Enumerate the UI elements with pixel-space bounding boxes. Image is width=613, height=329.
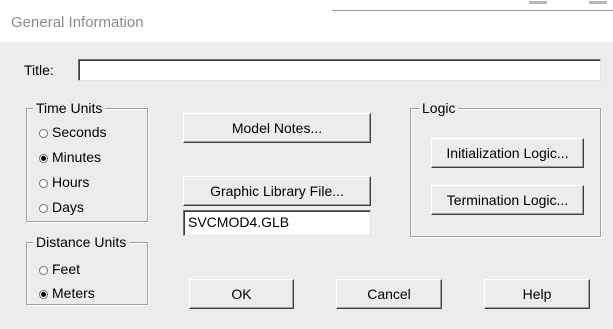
distance-units-legend: Distance Units (33, 234, 130, 250)
graphic-library-file-input[interactable]: SVCMOD4.GLB (183, 210, 371, 236)
termination-logic-button-label: Termination Logic... (446, 192, 569, 208)
radio-button-icon (39, 204, 48, 213)
radio-feet-label: Feet (52, 261, 81, 277)
graphic-library-file-button[interactable]: Graphic Library File... (183, 176, 371, 206)
radio-days[interactable]: Days (39, 199, 84, 215)
radio-minutes[interactable]: Minutes (39, 149, 101, 165)
termination-logic-button[interactable]: Termination Logic... (431, 185, 584, 215)
dialog-body: Title: Time Units Seconds Minutes Hours … (0, 42, 613, 329)
window-title: General Information (11, 14, 144, 31)
ok-button[interactable]: OK (189, 279, 294, 309)
radio-minutes-label: Minutes (52, 149, 102, 165)
radio-seconds-label: Seconds (52, 124, 107, 140)
logic-legend: Logic (419, 100, 459, 116)
top-edge-mark (529, 1, 547, 4)
title-label: Title: (24, 62, 54, 78)
initialization-logic-button[interactable]: Initialization Logic... (431, 138, 584, 168)
time-units-legend: Time Units (33, 100, 106, 116)
radio-button-icon (39, 179, 48, 188)
radio-feet[interactable]: Feet (39, 261, 80, 277)
title-input[interactable] (78, 59, 601, 81)
cancel-button[interactable]: Cancel (336, 279, 442, 309)
radio-button-checked-icon (39, 154, 48, 163)
help-button[interactable]: Help (484, 279, 590, 309)
radio-meters-label: Meters (52, 285, 95, 301)
radio-days-label: Days (52, 199, 84, 215)
window-title-bar: General Information (0, 0, 613, 42)
cancel-button-label: Cancel (367, 286, 411, 302)
logic-group: Logic Initialization Logic... Terminatio… (410, 100, 601, 237)
initialization-logic-button-label: Initialization Logic... (446, 145, 569, 161)
radio-seconds[interactable]: Seconds (39, 124, 106, 140)
top-edge-mark (589, 1, 607, 4)
radio-hours-label: Hours (52, 174, 90, 190)
radio-meters[interactable]: Meters (39, 285, 95, 301)
radio-button-icon (39, 129, 48, 138)
model-notes-button-label: Model Notes... (231, 120, 323, 136)
top-divider (332, 10, 613, 11)
graphic-library-file-button-label: Graphic Library File... (210, 183, 344, 199)
model-notes-button[interactable]: Model Notes... (183, 113, 371, 143)
radio-hours[interactable]: Hours (39, 174, 89, 190)
radio-button-checked-icon (39, 290, 48, 299)
radio-button-icon (39, 266, 48, 275)
distance-units-group: Distance Units Feet Meters (26, 234, 148, 305)
ok-button-label: OK (231, 286, 252, 302)
help-button-label: Help (522, 286, 552, 302)
time-units-group: Time Units Seconds Minutes Hours Days (26, 100, 148, 222)
